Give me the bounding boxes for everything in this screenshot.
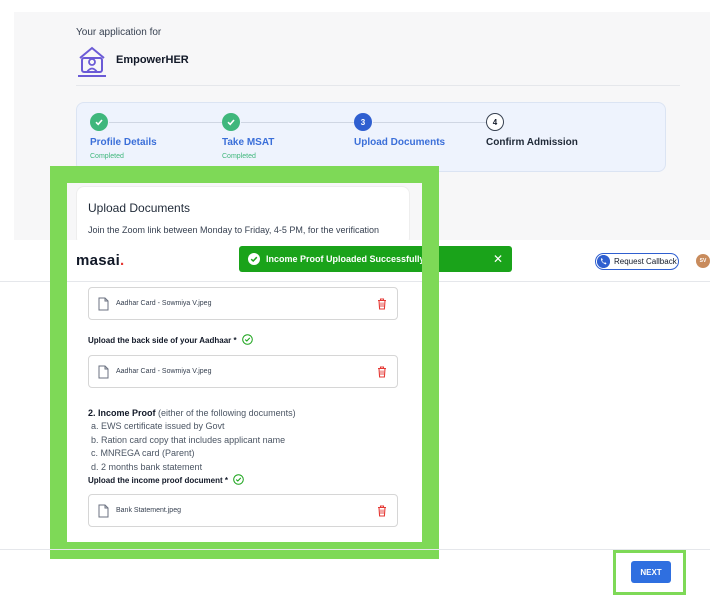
list-item: d. 2 months bank statement — [91, 461, 203, 472]
step-connector — [373, 122, 489, 123]
income-proof-section: 2. Income Proof (either of the following… — [88, 407, 296, 474]
aadhaar-front-file: Aadhar Card - Sowmiya V.jpeg — [88, 287, 398, 320]
trash-icon[interactable] — [377, 505, 387, 517]
upload-documents-title: Upload Documents — [88, 201, 191, 215]
next-button[interactable]: NEXT — [631, 561, 671, 583]
file-icon — [98, 297, 109, 311]
trash-icon[interactable] — [377, 298, 387, 310]
file-icon — [98, 504, 109, 518]
step-label: Upload Documents — [354, 137, 446, 148]
close-icon[interactable]: ✕ — [493, 252, 503, 266]
logo-dot: . — [120, 252, 125, 269]
list-item: c. MNREGA card (Parent) — [91, 448, 195, 459]
income-proof-file: Bank Statement.jpeg — [88, 494, 398, 527]
aadhaar-back-label-text: Upload the back side of your Aadhaar * — [88, 336, 237, 345]
avatar[interactable]: SV — [696, 254, 710, 268]
program-name: EmpowerHER — [116, 54, 189, 66]
income-proof-upload-label-text: Upload the income proof document * — [88, 476, 229, 485]
phone-icon — [597, 255, 610, 268]
toast-message: Income Proof Uploaded Successfully — [266, 254, 425, 264]
trash-icon[interactable] — [377, 366, 387, 378]
step-connector — [109, 122, 225, 123]
income-proof-number: 2. — [88, 408, 99, 418]
check-icon — [90, 113, 108, 131]
step-status: Completed — [222, 153, 256, 160]
aadhaar-back-file: Aadhar Card - Sowmiya V.jpeg — [88, 355, 398, 388]
callback-label: Request Callback — [614, 257, 677, 266]
check-circle-icon — [248, 253, 260, 265]
masai-logo[interactable]: masai. — [76, 252, 125, 269]
file-name: Aadhar Card - Sowmiya V.jpeg — [116, 368, 212, 375]
empowerher-logo-icon — [78, 46, 106, 77]
income-proof-subtitle: (either of the following documents) — [155, 408, 296, 418]
step-confirm-admission[interactable]: 4 Confirm Admission — [486, 113, 578, 148]
step-profile-details[interactable]: Profile Details Completed — [90, 113, 157, 160]
footer-divider — [0, 549, 710, 550]
check-icon — [222, 113, 240, 131]
header-divider — [76, 85, 680, 86]
income-proof-upload-label: Upload the income proof document * — [88, 474, 245, 485]
admission-stepper: Profile Details Completed Take MSAT Comp… — [76, 102, 666, 172]
step-take-msat[interactable]: Take MSAT Completed — [222, 113, 274, 160]
file-icon — [98, 365, 109, 379]
logo-text: masai — [76, 252, 121, 269]
list-item: a. EWS certificate issued by Govt — [91, 421, 225, 432]
income-proof-heading: 2. Income Proof (either of the following… — [88, 407, 296, 420]
step-label: Confirm Admission — [486, 137, 578, 148]
file-name: Bank Statement.jpeg — [116, 507, 181, 514]
step-connector — [241, 122, 357, 123]
check-circle-icon — [242, 334, 253, 345]
step-label: Take MSAT — [222, 137, 275, 148]
income-proof-title: Income Proof — [98, 408, 156, 418]
aadhaar-back-label: Upload the back side of your Aadhaar * — [88, 334, 253, 345]
application-for-label: Your application for — [76, 27, 162, 38]
step-upload-documents[interactable]: 3 Upload Documents — [354, 113, 445, 148]
zoom-instructions: Join the Zoom link between Monday to Fri… — [88, 225, 379, 235]
step-number: 3 — [354, 113, 372, 131]
request-callback-button[interactable]: Request Callback — [595, 253, 679, 270]
file-name: Aadhar Card - Sowmiya V.jpeg — [116, 300, 212, 307]
list-item: b. Ration card copy that includes applic… — [91, 434, 286, 445]
check-circle-icon — [233, 474, 245, 485]
success-toast: Income Proof Uploaded Successfully ✕ — [239, 246, 512, 272]
step-status: Completed — [90, 153, 124, 160]
step-label: Profile Details — [90, 137, 157, 148]
step-number: 4 — [486, 113, 504, 131]
